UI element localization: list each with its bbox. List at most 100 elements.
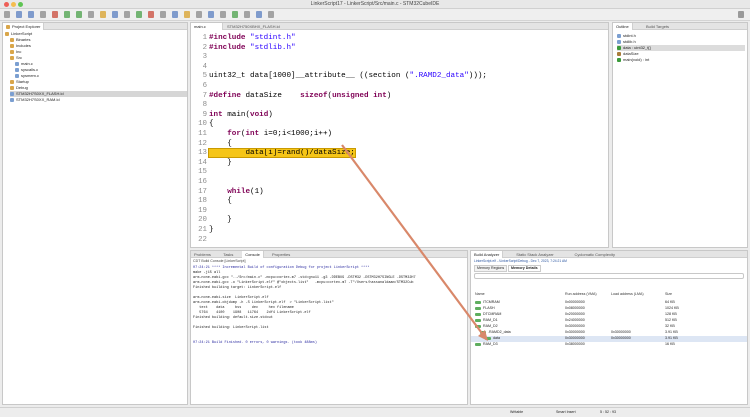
memory-row-name: RAM_D2 xyxy=(475,324,498,329)
toolbar-button-23[interactable] xyxy=(268,11,274,18)
memory-bar-icon xyxy=(485,336,491,340)
tab-build-targets-label: Build Targets xyxy=(646,24,670,29)
code-token: dataSize xyxy=(245,91,301,100)
code-token: ))); xyxy=(468,72,487,81)
toolbar-button-1[interactable] xyxy=(4,11,10,18)
memory-bar-icon xyxy=(475,342,481,346)
subtab-memory-regions[interactable]: Memory Regions xyxy=(474,265,508,272)
quick-access-search-icon[interactable] xyxy=(738,11,744,18)
tab-console[interactable]: Console xyxy=(242,251,264,258)
c-file-icon xyxy=(15,73,19,78)
memory-row-size: 3.91 KB xyxy=(665,330,678,334)
toolbar-button-3[interactable] xyxy=(28,11,34,18)
code-token: #include xyxy=(209,34,251,42)
toolbar-button-11[interactable] xyxy=(124,11,130,18)
column-header[interactable]: Size xyxy=(665,292,672,297)
build-analyzer-tabbar: Build Analyzer Static Stack Analyzer Cyclo… xyxy=(471,251,747,258)
code-token: int xyxy=(209,110,228,119)
code-token: } xyxy=(209,226,214,234)
outline-item[interactable]: main(void) : int xyxy=(617,57,649,63)
tab-tasks[interactable]: Tasks xyxy=(220,251,236,258)
outline-item-label: dataSize xyxy=(623,51,639,56)
toolbar-button-17[interactable] xyxy=(196,11,202,18)
outline-symbol-icon xyxy=(617,33,621,38)
memory-row-label: data xyxy=(493,336,500,340)
outline-symbol-icon xyxy=(617,45,621,50)
tab-build-analyzer[interactable]: Build Analyzer xyxy=(471,251,504,258)
column-header[interactable]: Name xyxy=(475,292,485,297)
tree-item-label: LinkerScript xyxy=(11,31,33,36)
tree-item-label: Includes xyxy=(16,43,31,48)
tab-static-stack-analyzer[interactable]: Static Stack Analyzer xyxy=(513,251,557,258)
tab-label: Properties xyxy=(272,252,291,257)
tab-cyclomatic-complexity[interactable]: Cyclomatic Complexity xyxy=(572,251,618,258)
code-editor[interactable]: 1 #include "stdint.h" 2 #include "stdlib.h"… xyxy=(191,31,608,247)
toolbar-button-22[interactable] xyxy=(256,11,262,18)
memory-row-name: .RAMD2_data xyxy=(480,330,511,335)
memory-search-input[interactable] xyxy=(474,273,744,279)
column-header[interactable]: Load address (LMA) xyxy=(611,292,644,297)
build-analyzer-panel: Build Analyzer Static Stack Analyzer Cyclo… xyxy=(470,250,748,405)
code-line: } xyxy=(209,158,232,169)
toolbar-button-6[interactable] xyxy=(64,11,70,18)
toolbar-button-15[interactable] xyxy=(172,11,178,18)
toolbar-button-8[interactable] xyxy=(88,11,94,18)
outline-symbol-icon xyxy=(617,51,621,56)
outline-item-label: stdlib.h xyxy=(623,39,636,44)
ld-file-icon xyxy=(10,91,14,96)
toolbar-button-4[interactable] xyxy=(40,11,46,18)
column-header[interactable]: Run address (VMA) xyxy=(565,292,597,297)
memory-row-label: RAM_D3 xyxy=(483,342,498,346)
project-explorer-icon xyxy=(6,24,10,29)
tab-problems[interactable]: Problems xyxy=(191,251,214,258)
folder-icon xyxy=(10,79,14,84)
memory-row[interactable]: RAM_D3 0x38000000 16 KB xyxy=(471,342,747,348)
tab-project-explorer-label: Project Explorer xyxy=(12,24,41,29)
toolbar-button-20[interactable] xyxy=(232,11,238,18)
tab-label: Tasks xyxy=(223,252,234,257)
toolbar-button-16[interactable] xyxy=(184,11,190,18)
outline-symbol-icon xyxy=(617,57,621,62)
tree-item[interactable]: STM32H7S0XX_RAM.ld xyxy=(10,97,60,103)
code-line: #include "stdlib.h" xyxy=(209,43,296,54)
code-token: { xyxy=(209,197,232,206)
memory-row-name: RAM_D1 xyxy=(475,318,498,323)
tab-main-c[interactable]: main.c xyxy=(191,23,223,30)
subtab-memory-details[interactable]: Memory Details xyxy=(508,265,541,272)
code-token: ".RAMD2_data" xyxy=(409,72,469,81)
code-token: (1) xyxy=(250,187,264,196)
toolbar-button-7[interactable] xyxy=(76,11,82,18)
toolbar-button-5[interactable] xyxy=(52,11,58,18)
tab-properties[interactable]: Properties xyxy=(269,251,293,258)
memory-bar-icon xyxy=(475,300,481,304)
tab-flash-ld[interactable]: STM32H750XBHX_FLASH.ld xyxy=(224,23,288,30)
toolbar-button-21[interactable] xyxy=(244,11,250,18)
folder-icon xyxy=(10,85,14,90)
outline-tabbar: Outline Build Targets xyxy=(613,23,747,30)
editor-panel: main.c STM32H750XBHX_FLASH.ld 1 #include … xyxy=(190,22,609,248)
tab-outline[interactable]: Outline xyxy=(613,23,633,30)
toolbar-button-10[interactable] xyxy=(112,11,118,18)
toolbar-button-14[interactable] xyxy=(160,11,166,18)
console-line: Finished building target: LinkerScript.e… xyxy=(193,286,282,290)
memory-row-size: 16 KB xyxy=(665,342,675,346)
toolbar-button-2[interactable] xyxy=(16,11,22,18)
code-line: #define dataSize sizeof(unsigned int) xyxy=(209,91,391,102)
tab-project-explorer[interactable]: Project Explorer xyxy=(3,23,45,30)
tab-label: Cyclomatic Complexity xyxy=(574,252,615,257)
code-token: ) xyxy=(268,110,273,119)
folder-icon xyxy=(10,49,14,54)
toolbar-button-18[interactable] xyxy=(208,11,214,18)
memory-row-label: .RAMD2_data xyxy=(488,330,511,334)
tab-build-targets[interactable]: Build Targets xyxy=(643,23,672,30)
toolbar-button-12[interactable] xyxy=(136,11,142,18)
memory-row-vma: 0x24000000 xyxy=(565,318,585,322)
tree-item-label: syscalls.c xyxy=(21,67,39,72)
toolbar-button-19[interactable] xyxy=(220,11,226,18)
console-panel: Problems Tasks Console Properties CDT Build… xyxy=(190,250,468,405)
tab-label: Build Analyzer xyxy=(474,252,500,257)
console-line: Finished building: LinkerScript.list xyxy=(193,326,269,330)
toolbar-button-9[interactable] xyxy=(100,11,106,18)
toolbar-button-13[interactable] xyxy=(148,11,154,18)
memory-bar-icon xyxy=(475,306,481,310)
